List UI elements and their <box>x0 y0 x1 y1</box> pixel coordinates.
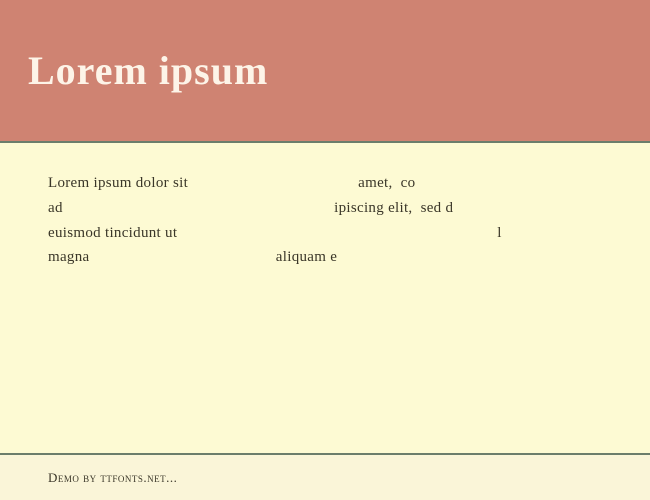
header-banner: Lorem ipsum <box>0 0 650 143</box>
footer: Demo by ttfonts.net... <box>0 455 650 500</box>
content-area: Lorem ipsum dolor sit amet, co ad ipisci… <box>0 143 650 453</box>
footer-text: Demo by ttfonts.net... <box>48 470 177 486</box>
page-title: Lorem ipsum <box>28 47 268 94</box>
body-text: Lorem ipsum dolor sit amet, co ad ipisci… <box>48 171 650 270</box>
